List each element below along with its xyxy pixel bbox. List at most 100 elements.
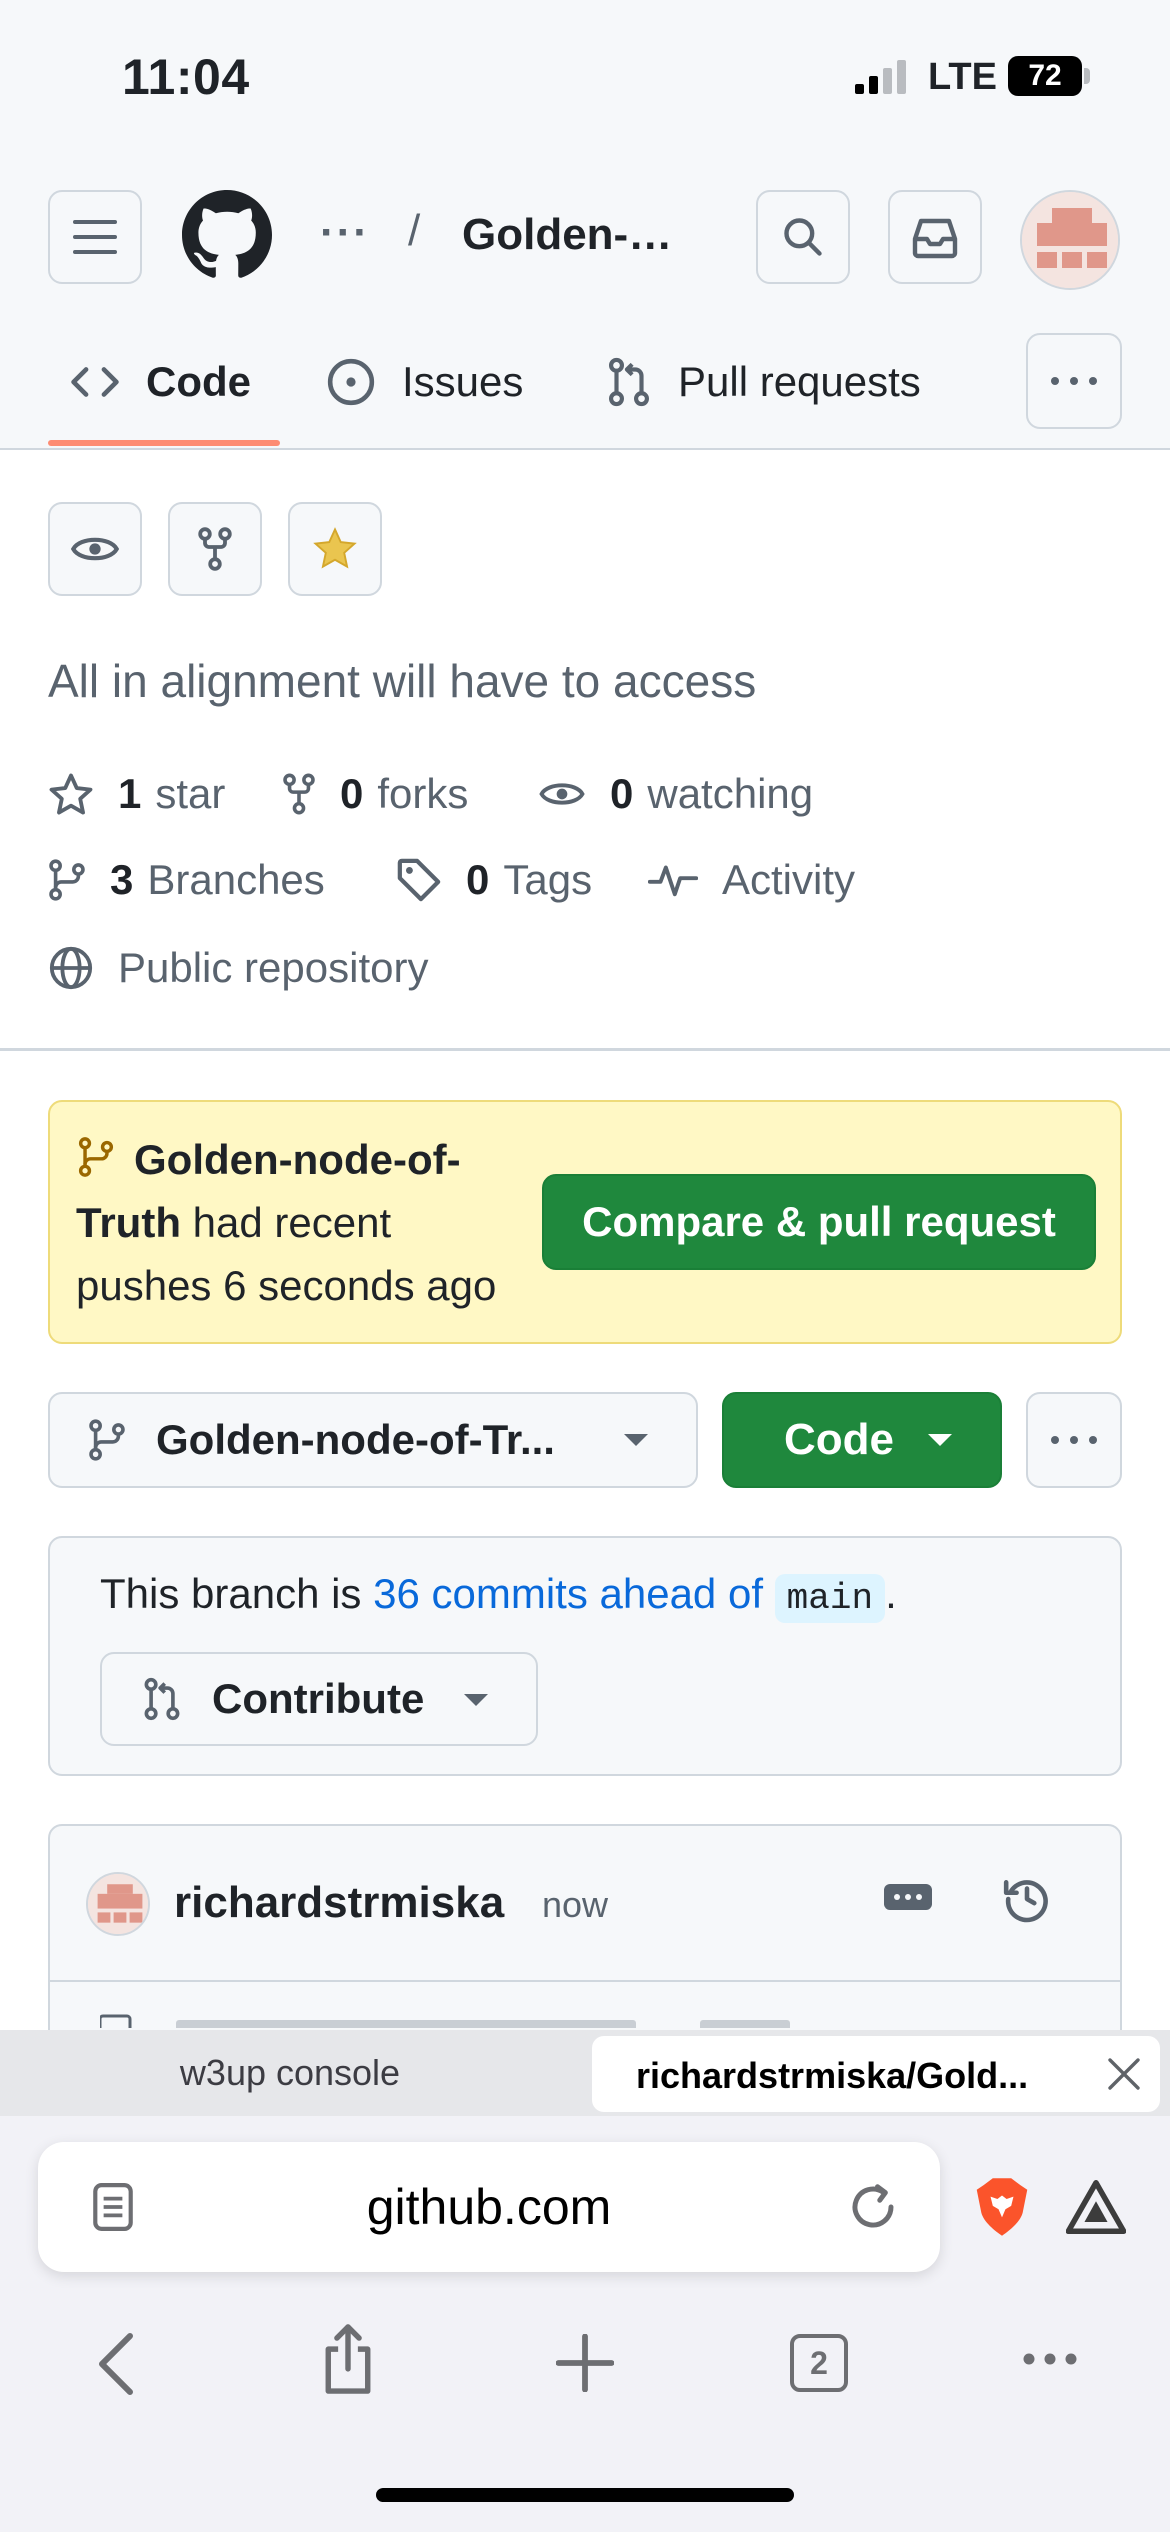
history-icon[interactable] [1002,1874,1052,1924]
branch-status-text: This branch is 36 commits ahead of main. [100,1566,897,1627]
branch-status-prefix: This branch is [100,1570,362,1617]
home-indicator [376,2488,794,2502]
commit-author-avatar[interactable] [86,1872,150,1936]
hamburger-menu-button[interactable] [48,190,142,284]
tabs-overflow-button[interactable] [1026,333,1122,429]
more-menu-icon[interactable] [1022,2352,1078,2366]
watch-button[interactable] [48,502,142,596]
browser-tab-w3up[interactable]: w3up console [0,2030,580,2116]
kebab-horizontal-icon [1051,1436,1097,1444]
tab-code-label: Code [146,358,251,405]
url-text[interactable]: github.com [0,2178,978,2236]
tab-pull-requests[interactable]: Pull requests [606,350,921,414]
forks-count: 0 [340,770,364,817]
inbox-button[interactable] [888,190,982,284]
repo-description: All in alignment will have to access [48,655,757,707]
git-pull-request-icon [609,357,649,407]
hamburger-icon [73,220,117,254]
close-tab-icon[interactable] [1106,2056,1142,2092]
triangle-down-icon [622,1432,650,1448]
commit-time: now [542,1884,609,1925]
triangle-down-icon [926,1432,954,1448]
star-fill-icon [313,527,357,569]
repo-forked-icon [198,527,232,571]
base-branch-name: main [774,1574,886,1623]
commit-message-toggle-icon[interactable] [884,1884,932,1910]
activity-link[interactable]: Activity [648,856,855,904]
triangle-down-icon [462,1692,490,1708]
brave-rewards-icon[interactable] [1066,2180,1126,2234]
breadcrumb-separator: / [408,206,421,255]
file-list-row-partial [100,2008,800,2028]
breadcrumb-repo-name[interactable]: Golden-… [462,210,672,260]
watchers-link[interactable]: 0 watching [538,770,813,818]
stars-link[interactable]: 1 star [48,770,225,818]
branches-link[interactable]: 3 Branches [48,856,325,904]
issue-opened-icon [327,358,375,406]
breadcrumb-more-button[interactable]: ··· [320,208,370,258]
tag-icon [397,858,441,902]
commit-divider [50,1980,1120,1982]
contribute-label: Contribute [212,1675,425,1722]
recent-push-message: Golden-node-of-Truth had recent pushes 6… [76,1128,536,1317]
commit-author-link[interactable]: richardstrmiska [174,1878,504,1928]
code-dropdown-button[interactable]: Code [722,1392,1002,1488]
repo-forked-icon [283,773,315,815]
git-branch-icon [89,1419,125,1461]
battery-cap [1084,68,1090,84]
selected-tab-indicator [48,440,280,446]
share-icon[interactable] [318,2322,378,2396]
cellular-signal-icon [855,60,915,94]
inbox-icon [912,218,958,259]
kebab-horizontal-icon [1051,377,1097,385]
tab-issues-label: Issues [402,358,524,405]
compare-pull-request-button[interactable]: Compare & pull request [542,1174,1096,1270]
network-type: LTE [928,56,997,98]
brave-shields-icon[interactable] [974,2176,1030,2238]
user-avatar[interactable] [1020,190,1120,290]
tags-link[interactable]: 0 Tags [396,856,592,904]
stars-label: star [155,770,226,817]
battery-icon: 72 [1008,56,1082,96]
tags-count: 0 [466,856,490,903]
branches-label: Branches [147,856,325,903]
forks-link[interactable]: 0 forks [282,770,468,818]
stars-count: 1 [118,770,142,817]
activity-label: Activity [722,856,856,903]
reload-icon[interactable] [846,2180,900,2234]
status-time: 11:04 [122,49,250,105]
more-actions-button[interactable] [1026,1392,1122,1488]
search-button[interactable] [756,190,850,284]
git-pull-request-icon [144,1677,180,1721]
pulse-icon [648,865,698,897]
code-icon [71,367,119,397]
code-button-label: Code [784,1415,894,1464]
tab-code[interactable]: Code [70,350,251,414]
tab-pull-requests-label: Pull requests [678,358,921,405]
git-branch-icon [78,1137,114,1177]
commits-ahead-link[interactable]: 36 commits ahead of [373,1570,763,1617]
github-logo-icon[interactable] [182,190,272,280]
new-tab-icon[interactable] [556,2334,614,2392]
back-icon[interactable] [96,2332,136,2396]
branch-status-suffix: . [885,1570,897,1617]
tab-switcher-button[interactable]: 2 [790,2334,848,2392]
branch-selector[interactable]: Golden-node-of-Tr... [48,1392,698,1488]
search-icon [784,218,822,256]
tab-issues[interactable]: Issues [326,350,523,414]
forks-label: forks [377,770,469,817]
branch-selector-label: Golden-node-of-Tr... [156,1416,555,1463]
watching-label: watching [647,770,814,817]
star-icon [49,773,93,815]
fork-button[interactable] [168,502,262,596]
eye-icon [70,537,120,561]
branches-count: 3 [110,856,134,903]
section-divider [0,1048,1170,1051]
git-branch-icon [49,859,85,901]
watching-count: 0 [610,770,634,817]
eye-icon [539,783,585,805]
globe-icon [49,946,93,990]
star-button[interactable] [288,502,382,596]
visibility-label: Public repository [118,944,429,991]
visibility-info: Public repository [48,944,428,992]
